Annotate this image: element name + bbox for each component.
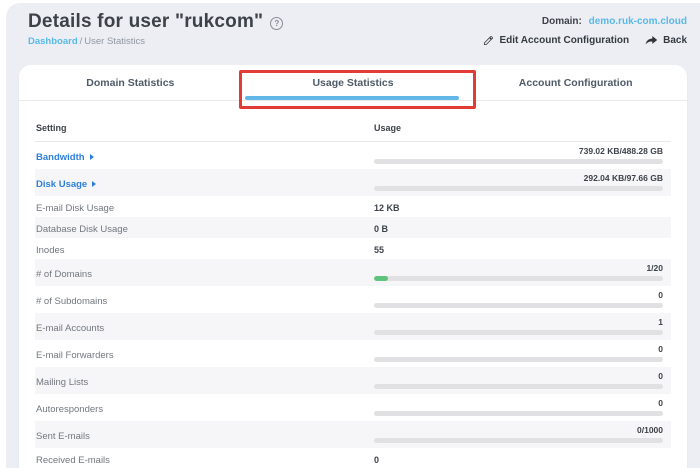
usage-bar bbox=[374, 410, 663, 416]
table-row: Bandwidth 739.02 KB/488.28 GB bbox=[35, 142, 671, 169]
setting-column-header: Setting bbox=[36, 123, 67, 133]
table-row: Disk Usage 292.04 KB/97.66 GB bbox=[35, 169, 671, 196]
usage-value: 0 bbox=[658, 344, 663, 355]
setting-link[interactable]: Disk Usage bbox=[36, 179, 97, 190]
usage-bar bbox=[374, 383, 663, 389]
setting-label: E-mail Forwarders bbox=[36, 349, 114, 361]
page-background: Details for user "rukcom" ? Dashboard / Us… bbox=[6, 3, 700, 468]
content-card: Domain Statistics Usage Statistics Account… bbox=[19, 65, 687, 468]
usage-bar bbox=[374, 329, 663, 335]
usage-value: 0 B bbox=[374, 223, 389, 234]
breadcrumb-separator: / bbox=[79, 36, 83, 47]
usage-value: 0 bbox=[374, 454, 380, 465]
setting-label: E-mail Disk Usage bbox=[36, 202, 115, 214]
setting-label: Mailing Lists bbox=[36, 376, 89, 388]
table-row: # of Subdomains 0 bbox=[35, 286, 671, 313]
table-body: Bandwidth 739.02 KB/488.28 GB Disk Usage 29… bbox=[35, 142, 671, 468]
tab-domain-statistics[interactable]: Domain Statistics bbox=[19, 65, 242, 100]
usage-value: 0 bbox=[658, 398, 663, 409]
usage-bar bbox=[374, 302, 663, 308]
table-row: Mailing Lists 0 bbox=[35, 367, 671, 394]
table-row: Inodes 55 bbox=[35, 238, 671, 259]
table-row: E-mail Disk Usage 12 KB bbox=[35, 196, 671, 217]
page-title: Details for user "rukcom" bbox=[28, 11, 264, 32]
domain-value-link[interactable]: demo.ruk-com.cloud bbox=[589, 16, 687, 27]
table-row: E-mail Accounts 1 bbox=[35, 313, 671, 340]
usage-value: 0/1000 bbox=[637, 425, 663, 436]
usage-bar bbox=[374, 275, 663, 281]
usage-value: 1/20 bbox=[646, 263, 663, 274]
usage-bar bbox=[374, 356, 663, 362]
table-row: Database Disk Usage 0 B bbox=[35, 217, 671, 238]
table-header-row: Setting Usage bbox=[35, 115, 671, 142]
usage-table: Setting Usage Bandwidth 739.02 KB/488.28 … bbox=[19, 115, 687, 468]
tab-usage-statistics[interactable]: Usage Statistics bbox=[242, 65, 465, 100]
header-right: Domain: demo.ruk-com.cloud Edit Account … bbox=[483, 11, 687, 47]
setting-link[interactable]: Bandwidth bbox=[36, 152, 94, 163]
table-row: # of Domains 1/20 bbox=[35, 259, 671, 286]
setting-label: # of Subdomains bbox=[36, 295, 108, 307]
setting-label: Inodes bbox=[36, 244, 65, 256]
tabs: Domain Statistics Usage Statistics Account… bbox=[19, 65, 687, 101]
table-row: E-mail Forwarders 0 bbox=[35, 340, 671, 367]
usage-value: 739.02 KB/488.28 GB bbox=[578, 146, 663, 157]
table-row: Autoresponders 0 bbox=[35, 394, 671, 421]
setting-label: Database Disk Usage bbox=[36, 223, 128, 235]
breadcrumb-dashboard-link[interactable]: Dashboard bbox=[28, 36, 78, 47]
usage-value: 12 KB bbox=[374, 202, 400, 213]
breadcrumb-current: User Statistics bbox=[84, 36, 145, 47]
setting-label: E-mail Accounts bbox=[36, 322, 105, 334]
pencil-icon bbox=[484, 35, 494, 46]
help-icon[interactable]: ? bbox=[270, 16, 284, 30]
expand-arrow-icon bbox=[89, 154, 94, 160]
usage-value: 292.04 KB/97.66 GB bbox=[583, 173, 663, 184]
usage-value: 0 bbox=[658, 371, 663, 382]
usage-column-header: Usage bbox=[374, 123, 402, 133]
setting-label: # of Domains bbox=[36, 268, 92, 280]
usage-bar bbox=[374, 437, 663, 443]
usage-bar bbox=[374, 185, 663, 191]
tab-account-configuration[interactable]: Account Configuration bbox=[464, 65, 687, 100]
usage-bar bbox=[374, 158, 663, 164]
back-button[interactable]: Back bbox=[645, 35, 687, 46]
setting-label: Autoresponders bbox=[36, 403, 104, 415]
table-row: Received E-mails 0 bbox=[35, 448, 671, 468]
header-left: Details for user "rukcom" ? Dashboard / Us… bbox=[28, 11, 284, 47]
back-arrow-icon bbox=[645, 36, 658, 45]
expand-arrow-icon bbox=[92, 181, 97, 187]
setting-label: Sent E-mails bbox=[36, 430, 90, 442]
edit-account-configuration-button[interactable]: Edit Account Configuration bbox=[483, 35, 629, 46]
page-header: Details for user "rukcom" ? Dashboard / Us… bbox=[6, 3, 700, 47]
setting-label: Received E-mails bbox=[36, 454, 110, 466]
breadcrumb: Dashboard / User Statistics bbox=[28, 36, 283, 47]
usage-value: 1 bbox=[658, 317, 663, 328]
usage-value: 55 bbox=[374, 244, 385, 255]
table-row: Sent E-mails 0/1000 bbox=[35, 421, 671, 448]
domain-label: Domain: bbox=[541, 16, 582, 27]
back-label: Back bbox=[663, 35, 687, 46]
domain-info: Domain: demo.ruk-com.cloud bbox=[483, 16, 687, 27]
edit-account-configuration-label: Edit Account Configuration bbox=[499, 35, 630, 46]
usage-value: 0 bbox=[658, 290, 663, 301]
